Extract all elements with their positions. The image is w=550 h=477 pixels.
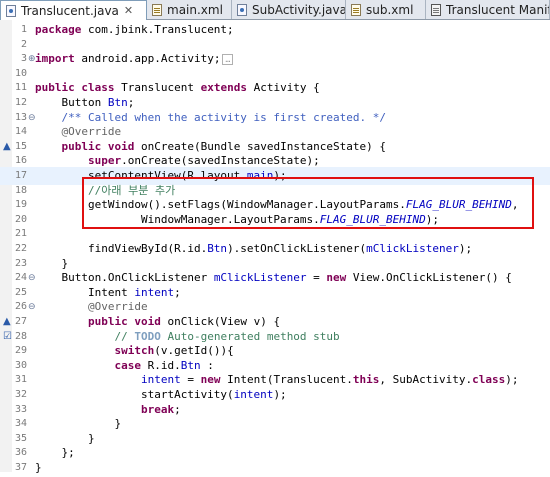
tab-label: Translucent.java bbox=[21, 3, 119, 18]
tab-label: SubActivity.java bbox=[252, 2, 346, 17]
code-line[interactable]: 37} bbox=[0, 459, 550, 477]
java-file-icon bbox=[237, 3, 247, 16]
tab-label: sub.xml bbox=[366, 2, 414, 17]
tab-label: Translucent Manifest bbox=[446, 2, 549, 17]
java-file-icon bbox=[6, 4, 16, 17]
tab-translucent-manifest[interactable]: Translucent Manifest bbox=[426, 0, 550, 19]
xml-file-icon bbox=[351, 3, 361, 16]
editor-tab-bar: Translucent.java ✕ main.xml SubActivity.… bbox=[0, 0, 550, 20]
highlight-box bbox=[82, 177, 534, 229]
xml-file-icon bbox=[152, 3, 162, 16]
tab-sub-xml[interactable]: sub.xml bbox=[346, 0, 426, 19]
tab-label: main.xml bbox=[167, 2, 223, 17]
code-text: } bbox=[35, 461, 42, 474]
tab-translucent-java[interactable]: Translucent.java ✕ bbox=[0, 0, 147, 20]
line-number: 37 bbox=[14, 462, 27, 473]
close-icon[interactable]: ✕ bbox=[124, 4, 133, 17]
manifest-icon bbox=[431, 3, 441, 16]
tab-subactivity-java[interactable]: SubActivity.java bbox=[232, 0, 346, 19]
code-editor[interactable]: 1 package com.jbink.Translucent; 2 3 ⊕ import… bbox=[0, 20, 550, 474]
folded-block-icon[interactable]: … bbox=[222, 54, 234, 66]
tab-main-xml[interactable]: main.xml bbox=[147, 0, 232, 19]
